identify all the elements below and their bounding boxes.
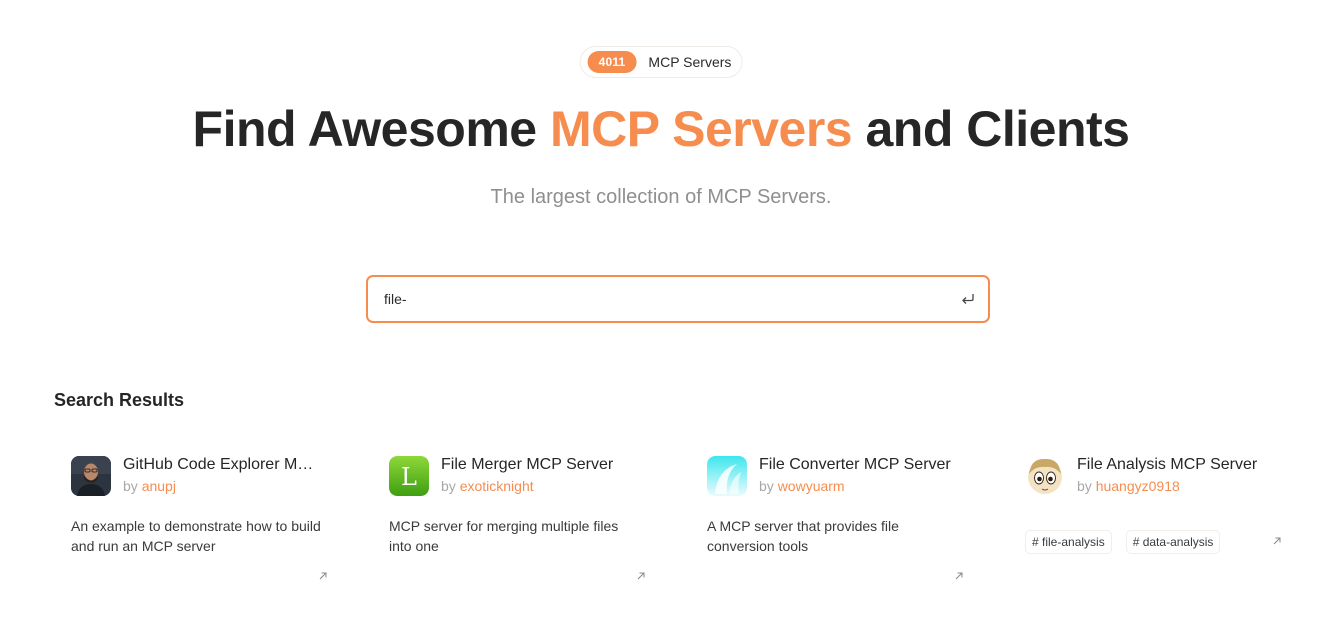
card-author: by wowyuarm: [759, 478, 951, 494]
server-count: 4011: [587, 51, 637, 73]
by-label: by: [759, 478, 774, 494]
title-accent: MCP Servers: [550, 101, 853, 157]
green-l-logo-icon: L: [389, 456, 429, 496]
title-start: Find Awesome: [192, 101, 550, 157]
card-author: by anupj: [123, 478, 323, 494]
author-link[interactable]: wowyuarm: [778, 478, 845, 494]
by-label: by: [1077, 478, 1092, 494]
enter-icon[interactable]: [948, 277, 988, 321]
author-avatar: [1025, 456, 1065, 496]
server-card[interactable]: File Converter MCP Server by wowyuarm A …: [707, 448, 981, 588]
author-avatar: [71, 456, 111, 496]
tag-list: # file-analysis # data-analysis: [1025, 530, 1299, 554]
card-author: by exoticknight: [441, 478, 613, 494]
search-results-heading: Search Results: [54, 390, 185, 410]
card-description: MCP server for merging multiple files in…: [389, 518, 619, 554]
author-link[interactable]: anupj: [142, 478, 176, 494]
page: 4011 MCP Servers Find Awesome MCP Server…: [0, 0, 1322, 620]
author-avatar: [707, 456, 747, 496]
external-link-icon[interactable]: [954, 571, 964, 581]
by-label: by: [441, 478, 456, 494]
card-title[interactable]: File Merger MCP Server: [441, 456, 613, 474]
tag[interactable]: # file-analysis: [1025, 530, 1112, 554]
card-description: An example to demonstrate how to build a…: [71, 518, 321, 554]
cartoon-face-icon: [1025, 456, 1065, 496]
page-title: Find Awesome MCP Servers and Clients: [0, 100, 1322, 158]
author-link[interactable]: huangyz0918: [1096, 478, 1180, 494]
author-avatar: L: [389, 456, 429, 496]
server-count-label: MCP Servers: [648, 54, 732, 70]
card-title[interactable]: File Converter MCP Server: [759, 456, 951, 474]
card-title[interactable]: GitHub Code Explorer MCP Server: [123, 456, 323, 474]
by-label: by: [123, 478, 138, 494]
card-title[interactable]: File Analysis MCP Server: [1077, 456, 1257, 474]
svg-text:L: L: [401, 463, 417, 491]
card-description: A MCP server that provides file conversi…: [707, 518, 899, 554]
tag[interactable]: # data-analysis: [1125, 530, 1221, 554]
person-photo-icon: [71, 456, 111, 496]
external-link-icon[interactable]: [1272, 536, 1282, 546]
title-end: and Clients: [852, 101, 1130, 157]
author-link[interactable]: exoticknight: [460, 478, 534, 494]
search-box: [366, 275, 990, 323]
search-input[interactable]: [368, 277, 948, 321]
external-link-icon[interactable]: [636, 571, 646, 581]
cyan-gradient-logo-icon: [707, 456, 747, 496]
card-author: by huangyz0918: [1077, 478, 1257, 494]
server-card[interactable]: GitHub Code Explorer MCP Server by anupj…: [71, 448, 345, 588]
server-card[interactable]: File Analysis MCP Server by huangyz0918 …: [1025, 448, 1299, 588]
server-card[interactable]: L File Merger MCP Server by exoticknight…: [389, 448, 663, 588]
page-subtitle: The largest collection of MCP Servers.: [490, 186, 832, 208]
external-link-icon[interactable]: [318, 571, 328, 581]
server-count-badge[interactable]: 4011 MCP Servers: [579, 46, 743, 78]
